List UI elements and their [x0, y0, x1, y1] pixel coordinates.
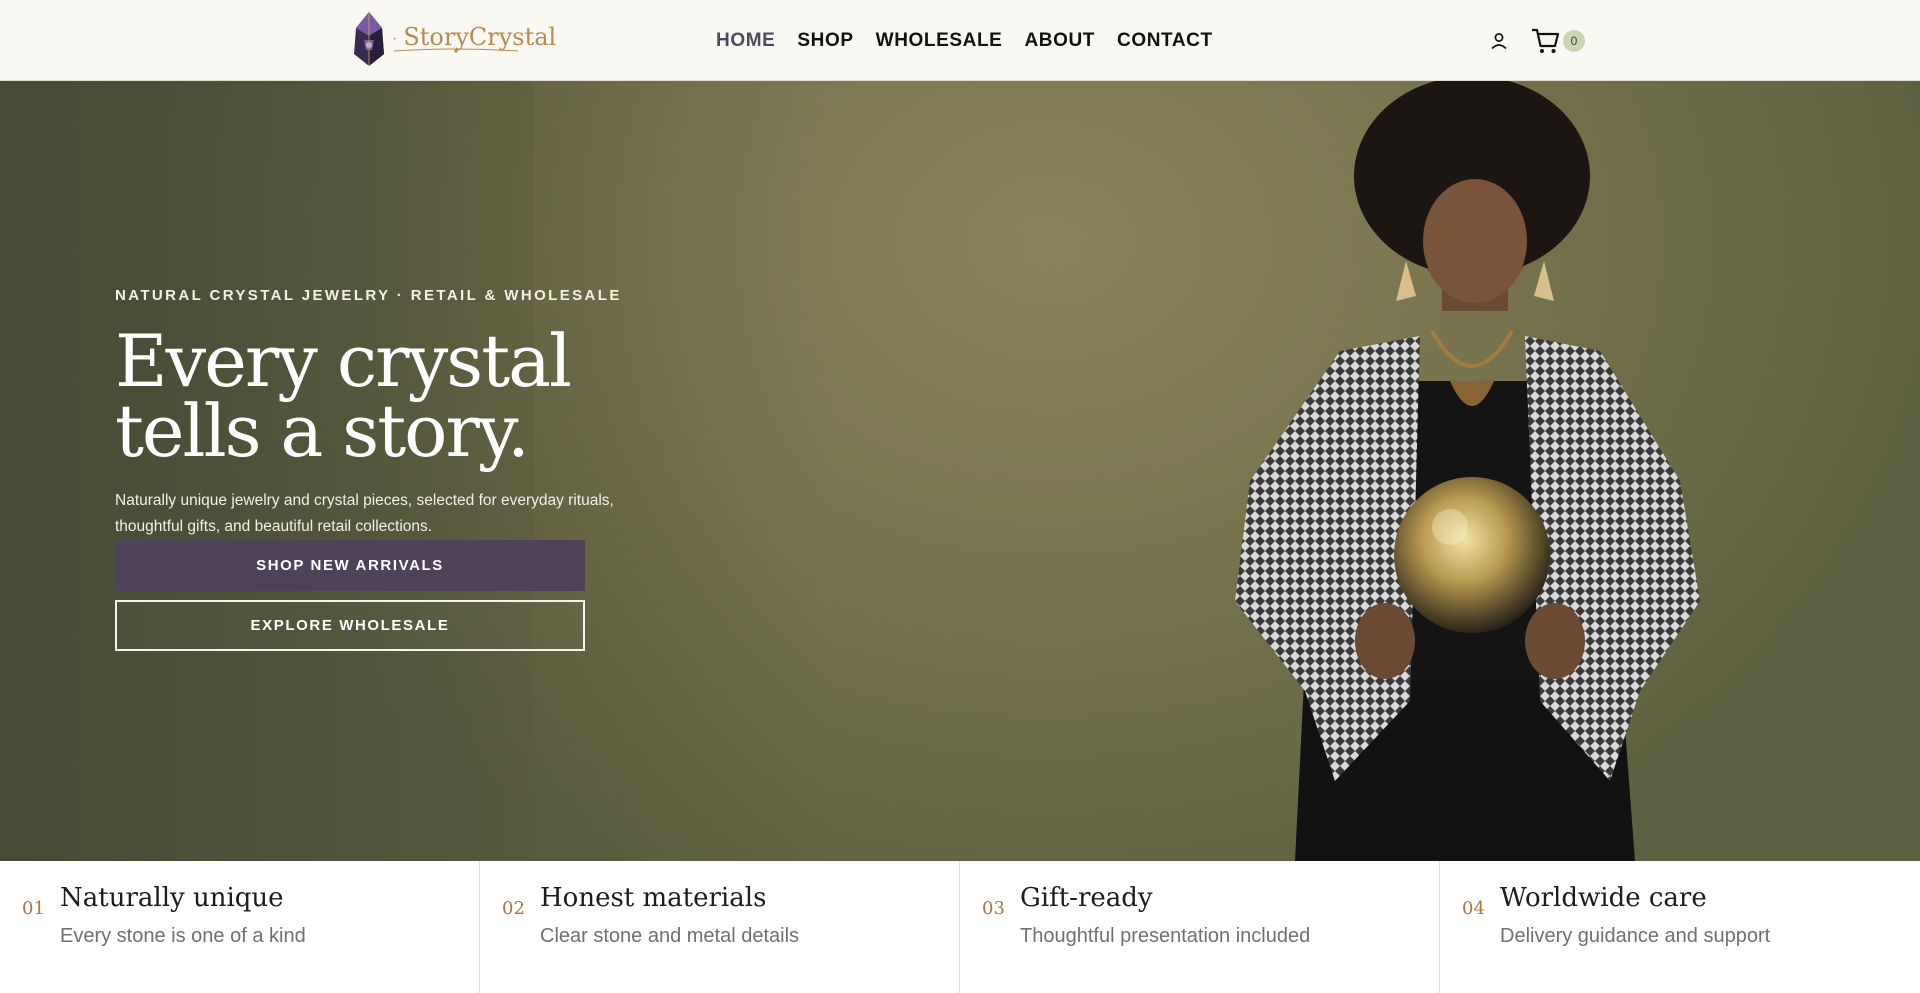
feature-title: Honest materials: [540, 883, 767, 913]
feature-number: 03: [982, 898, 1005, 919]
nav-contact[interactable]: CONTACT: [1117, 30, 1213, 52]
logo-flourish-icon: [393, 48, 519, 53]
feature-description: Thoughtful presentation included: [1020, 925, 1311, 947]
nav-shop[interactable]: SHOP: [797, 30, 853, 52]
hero-headline-line-2: tells a story.: [115, 389, 530, 473]
main-nav: HOME SHOP WHOLESALE ABOUT CONTACT: [716, 0, 1213, 81]
crystal-logo-icon: [354, 12, 384, 66]
hero-banner: NATURAL CRYSTAL JEWELRY · RETAIL & WHOLE…: [0, 81, 1920, 861]
feature-item: 01 Naturally unique Every stone is one o…: [0, 861, 480, 993]
nav-wholesale[interactable]: WHOLESALE: [876, 30, 1003, 52]
cart-count-badge: 0: [1563, 29, 1585, 52]
feature-number: 01: [22, 898, 45, 919]
feature-item: 02 Honest materials Clear stone and meta…: [480, 861, 960, 993]
cart-button[interactable]: 0: [1530, 25, 1585, 57]
header-icons: 0: [1488, 0, 1585, 81]
hero-headline: Every crystal tells a story.: [115, 319, 675, 473]
model-holding-crystal-ball-image: [1235, 81, 1700, 861]
logo-link[interactable]: · StoryCrystal: [352, 10, 556, 68]
feature-description: Every stone is one of a kind: [60, 925, 306, 947]
feature-description: Delivery guidance and support: [1500, 925, 1771, 947]
hero-eyebrow: NATURAL CRYSTAL JEWELRY · RETAIL & WHOLE…: [115, 287, 622, 304]
feature-title: Worldwide care: [1500, 883, 1707, 913]
features-strip: 01 Naturally unique Every stone is one o…: [0, 861, 1920, 993]
cart-icon: [1532, 28, 1560, 53]
feature-title: Naturally unique: [60, 883, 284, 913]
hero-copy: NATURAL CRYSTAL JEWELRY · RETAIL & WHOLE…: [115, 287, 675, 651]
explore-wholesale-button[interactable]: EXPLORE WHOLESALE: [115, 600, 585, 651]
feature-title: Gift-ready: [1020, 883, 1153, 913]
feature-item: 04 Worldwide care Delivery guidance and …: [1440, 861, 1920, 993]
hero-headline-line-1: Every crystal: [115, 319, 572, 403]
user-icon[interactable]: [1488, 30, 1510, 52]
feature-item: 03 Gift-ready Thoughtful presentation in…: [960, 861, 1440, 993]
feature-number: 02: [502, 898, 525, 919]
site-header: · StoryCrystal HOME SHOP WHOLESALE ABOUT…: [0, 0, 1920, 81]
logo-dot-icon: ·: [392, 30, 398, 47]
nav-about[interactable]: ABOUT: [1024, 30, 1095, 52]
shop-new-arrivals-button[interactable]: SHOP NEW ARRIVALS: [115, 540, 585, 591]
logo-text: StoryCrystal: [403, 23, 557, 51]
hero-subtext: Naturally unique jewelry and crystal pie…: [115, 492, 614, 535]
feature-description: Clear stone and metal details: [540, 925, 800, 947]
nav-home[interactable]: HOME: [716, 30, 775, 52]
feature-number: 04: [1462, 898, 1485, 919]
